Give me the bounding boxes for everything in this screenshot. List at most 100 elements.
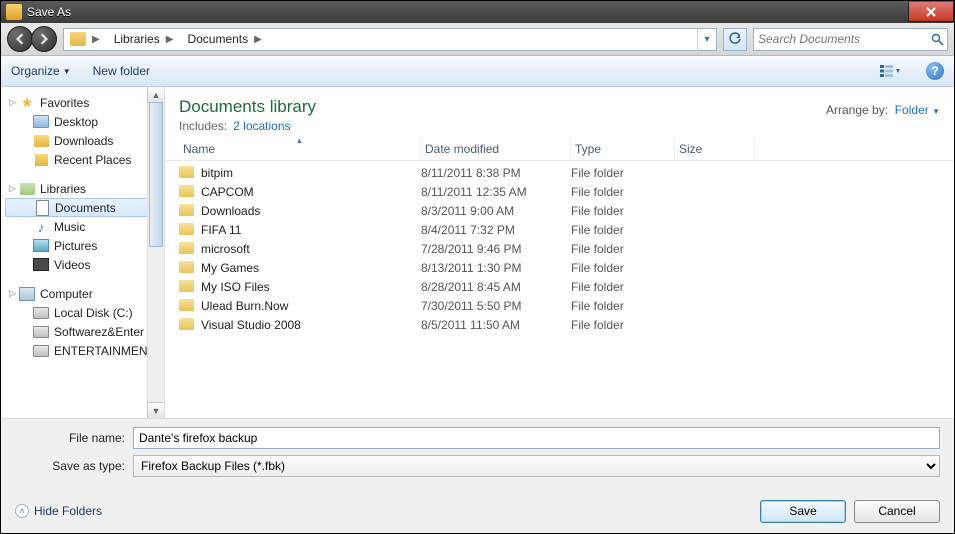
nav-drive-entertainment[interactable]: ENTERTAINMEN <box>5 341 164 360</box>
expand-icon: ▷ <box>9 183 16 194</box>
folder-icon <box>179 223 195 237</box>
nav-back-button[interactable] <box>7 26 33 52</box>
row-type: File folder <box>571 166 675 180</box>
nav-drive-softwarez[interactable]: Softwarez&Enter <box>5 322 164 341</box>
sort-asc-icon: ▲ <box>296 136 304 145</box>
dialog-footer: ˄ Hide Folders Save Cancel <box>1 489 954 533</box>
nav-forward-button[interactable] <box>31 26 57 52</box>
scroll-down-icon[interactable]: ▼ <box>147 402 165 418</box>
table-row[interactable]: Visual Studio 20088/5/2011 11:50 AMFile … <box>179 315 954 334</box>
filename-label: File name: <box>15 431 133 445</box>
nav-desktop[interactable]: Desktop <box>5 112 164 131</box>
row-type: File folder <box>571 204 675 218</box>
chevron-down-icon: ▼ <box>932 107 940 116</box>
folder-icon <box>179 166 195 180</box>
search-icon <box>927 33 947 46</box>
library-title: Documents library <box>179 97 316 117</box>
row-date: 8/3/2011 9:00 AM <box>421 204 571 218</box>
row-name: CAPCOM <box>201 185 254 199</box>
table-row[interactable]: FIFA 118/4/2011 7:32 PMFile folder <box>179 220 954 239</box>
row-type: File folder <box>571 280 675 294</box>
library-subtitle: Includes: 2 locations <box>179 119 316 133</box>
nav-scrollbar[interactable]: ▲ ▼ <box>147 87 164 418</box>
row-date: 8/5/2011 11:50 AM <box>421 318 571 332</box>
chevron-right-icon: ▶ <box>252 34 264 45</box>
nav-favorites[interactable]: ▷★Favorites <box>5 93 164 112</box>
col-date[interactable]: Date modified <box>421 137 571 160</box>
locations-link[interactable]: 2 locations <box>233 119 290 133</box>
nav-libraries[interactable]: ▷Libraries <box>5 179 164 198</box>
table-row[interactable]: bitpim8/11/2011 8:38 PMFile folder <box>179 163 954 182</box>
refresh-button[interactable] <box>723 28 747 51</box>
breadcrumb-dropdown[interactable]: ▾ <box>697 29 716 50</box>
view-icon <box>880 64 900 78</box>
drive-icon <box>33 344 49 358</box>
col-type[interactable]: Type <box>571 137 675 160</box>
folder-icon <box>33 153 49 167</box>
chevron-right-icon: ▶ <box>90 34 102 45</box>
row-type: File folder <box>571 299 675 313</box>
filetype-label: Save as type: <box>15 459 133 473</box>
column-headers: Name▲ Date modified Type Size <box>165 137 954 161</box>
breadcrumb-seg-documents[interactable]: Documents▶ <box>181 29 269 50</box>
row-type: File folder <box>571 242 675 256</box>
arrow-right-icon <box>38 33 50 45</box>
arrow-left-icon <box>14 33 26 45</box>
scrollbar-thumb[interactable] <box>149 102 163 247</box>
breadcrumb[interactable]: ▶ Libraries▶ Documents▶ ▾ <box>63 28 717 51</box>
scroll-up-icon[interactable]: ▲ <box>147 87 165 103</box>
nav-drive-c[interactable]: Local Disk (C:) <box>5 303 164 322</box>
row-name: Visual Studio 2008 <box>201 318 301 332</box>
cancel-button[interactable]: Cancel <box>854 500 940 523</box>
table-row[interactable]: Downloads8/3/2011 9:00 AMFile folder <box>179 201 954 220</box>
nav-pictures[interactable]: Pictures <box>5 236 164 255</box>
filetype-select[interactable]: Firefox Backup Files (*.fbk) <box>133 455 940 477</box>
table-row[interactable]: microsoft7/28/2011 9:46 PMFile folder <box>179 239 954 258</box>
star-icon: ★ <box>19 96 35 110</box>
table-row[interactable]: Ulead Burn.Now7/30/2011 5:50 PMFile fold… <box>179 296 954 315</box>
save-button[interactable]: Save <box>760 500 846 523</box>
organize-button[interactable]: Organize ▼ <box>11 64 71 78</box>
file-rows: bitpim8/11/2011 8:38 PMFile folder CAPCOM… <box>165 161 954 418</box>
nav-music[interactable]: ♪Music <box>5 217 164 236</box>
search-box[interactable] <box>753 28 948 51</box>
folder-icon <box>179 242 195 256</box>
row-type: File folder <box>571 261 675 275</box>
folder-icon <box>179 318 195 332</box>
filename-input[interactable] <box>133 427 940 449</box>
arrange-by[interactable]: Arrange by: Folder ▼ <box>826 97 940 117</box>
search-input[interactable] <box>754 32 927 46</box>
window-close-button[interactable] <box>908 2 954 22</box>
table-row[interactable]: My ISO Files8/28/2011 8:45 AMFile folder <box>179 277 954 296</box>
table-row[interactable]: CAPCOM8/11/2011 12:35 AMFile folder <box>179 182 954 201</box>
new-folder-button[interactable]: New folder <box>93 64 150 78</box>
close-icon <box>925 7 937 17</box>
folder-icon <box>179 185 195 199</box>
breadcrumb-seg-libraries[interactable]: Libraries▶ <box>108 29 182 50</box>
nav-recent-places[interactable]: Recent Places <box>5 150 164 169</box>
music-icon: ♪ <box>33 220 49 234</box>
desktop-icon <box>33 115 49 129</box>
app-icon <box>6 4 22 20</box>
table-row[interactable]: My Games8/13/2011 1:30 PMFile folder <box>179 258 954 277</box>
nav-downloads[interactable]: Downloads <box>5 131 164 150</box>
col-name[interactable]: Name▲ <box>179 137 421 160</box>
row-date: 7/28/2011 9:46 PM <box>421 242 571 256</box>
row-date: 8/28/2011 8:45 AM <box>421 280 571 294</box>
help-icon: ? <box>931 64 938 78</box>
save-form: File name: Save as type: Firefox Backup … <box>1 418 954 489</box>
col-size[interactable]: Size <box>675 137 755 160</box>
help-button[interactable]: ? <box>926 62 944 80</box>
row-date: 8/13/2011 1:30 PM <box>421 261 571 275</box>
view-button[interactable] <box>876 60 904 82</box>
nav-computer[interactable]: ▷Computer <box>5 284 164 303</box>
row-date: 8/11/2011 12:35 AM <box>421 185 571 199</box>
hide-folders-button[interactable]: ˄ Hide Folders <box>15 504 102 518</box>
folder-icon <box>33 134 49 148</box>
document-icon <box>34 201 50 215</box>
nav-videos[interactable]: Videos <box>5 255 164 274</box>
file-list-area: Documents library Includes: 2 locations … <box>165 87 954 418</box>
nav-documents[interactable]: Documents <box>5 198 164 217</box>
folder-icon <box>70 32 86 46</box>
folder-icon <box>179 299 195 313</box>
